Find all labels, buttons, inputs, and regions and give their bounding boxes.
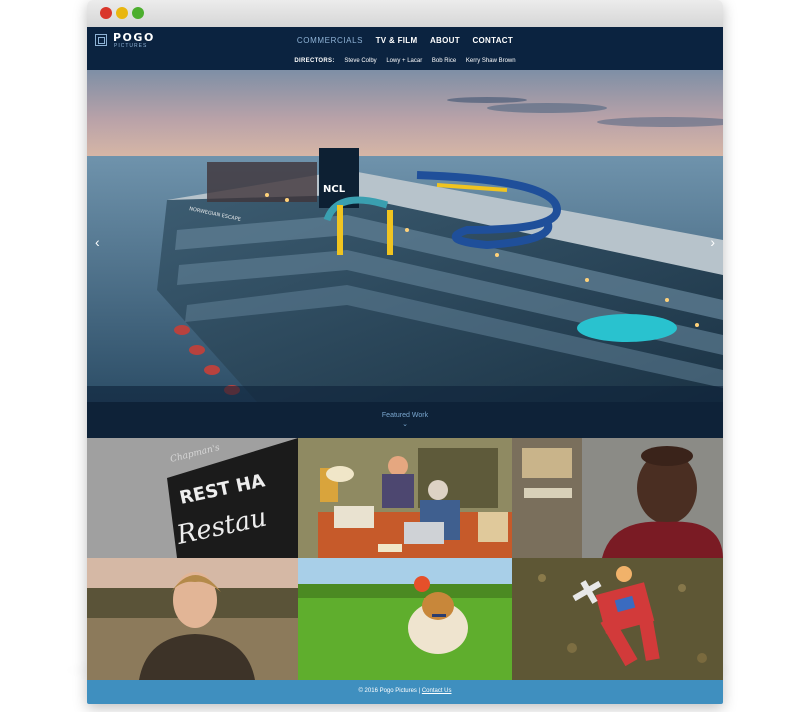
cruise-ship-photo: NCL NORWEGIAN ESCAPE	[87, 70, 723, 402]
maximize-window-button[interactable]	[132, 7, 144, 19]
dog-grass-thumbnail	[298, 558, 512, 680]
contact-us-link[interactable]: Contact Us	[422, 688, 452, 694]
work-tile-costume-leaves[interactable]	[512, 558, 723, 680]
director-link-lowy-lacar[interactable]: Lowy + Lacar	[386, 58, 422, 64]
minimize-window-button[interactable]	[116, 7, 128, 19]
young-man-field-thumbnail	[87, 558, 298, 680]
director-link-kerry-shaw-brown[interactable]: Kerry Shaw Brown	[466, 58, 516, 64]
window-titlebar	[87, 0, 723, 28]
hero-slider[interactable]: NCL NORWEGIAN ESCAPE ‹ ›	[87, 70, 723, 402]
work-tile-restaurant-sign[interactable]: Chapman's REST HA Restau	[87, 438, 298, 558]
living-room-thumbnail	[298, 438, 512, 558]
directors-subnav: DIRECTORS: Steve Colby Lowy + Lacar Bob …	[87, 58, 723, 64]
man-speaking-thumbnail	[512, 438, 723, 558]
work-tile-dog-grass[interactable]	[298, 558, 512, 680]
browser-window: POGO PICTURES COMMERCIALS TV & FILM ABOU…	[87, 0, 723, 704]
restaurant-sign-thumbnail: Chapman's REST HA Restau	[87, 438, 298, 558]
director-link-bob-rice[interactable]: Bob Rice	[432, 58, 456, 64]
work-tile-man-speaking[interactable]	[512, 438, 723, 558]
main-nav: COMMERCIALS TV & FILM ABOUT CONTACT	[87, 36, 723, 45]
ship-logo: NCL	[323, 184, 346, 195]
work-tile-living-room[interactable]	[298, 438, 512, 558]
featured-work-label[interactable]: Featured Work	[87, 412, 723, 419]
directors-label: DIRECTORS:	[294, 58, 335, 64]
nav-item-tv-film[interactable]: TV & FILM	[376, 36, 418, 45]
site-footer: © 2016 Pogo Pictures | Contact Us	[87, 680, 723, 704]
nav-item-contact[interactable]: CONTACT	[472, 36, 513, 45]
work-grid: Chapman's REST HA Restau	[87, 438, 723, 680]
nav-item-about[interactable]: ABOUT	[430, 36, 460, 45]
site-header: POGO PICTURES COMMERCIALS TV & FILM ABOU…	[87, 27, 723, 70]
director-link-steve-colby[interactable]: Steve Colby	[344, 58, 376, 64]
costume-leaves-thumbnail	[512, 558, 723, 680]
close-window-button[interactable]	[100, 7, 112, 19]
featured-work-bar: Featured Work ⌄	[87, 402, 723, 438]
nav-item-commercials[interactable]: COMMERCIALS	[297, 36, 363, 45]
chevron-left-icon[interactable]: ‹	[95, 235, 100, 249]
chevron-right-icon[interactable]: ›	[710, 235, 715, 249]
work-tile-young-man-field[interactable]	[87, 558, 298, 680]
copyright-text: © 2016 Pogo Pictures |	[358, 688, 421, 694]
chevron-down-icon[interactable]: ⌄	[87, 420, 723, 428]
